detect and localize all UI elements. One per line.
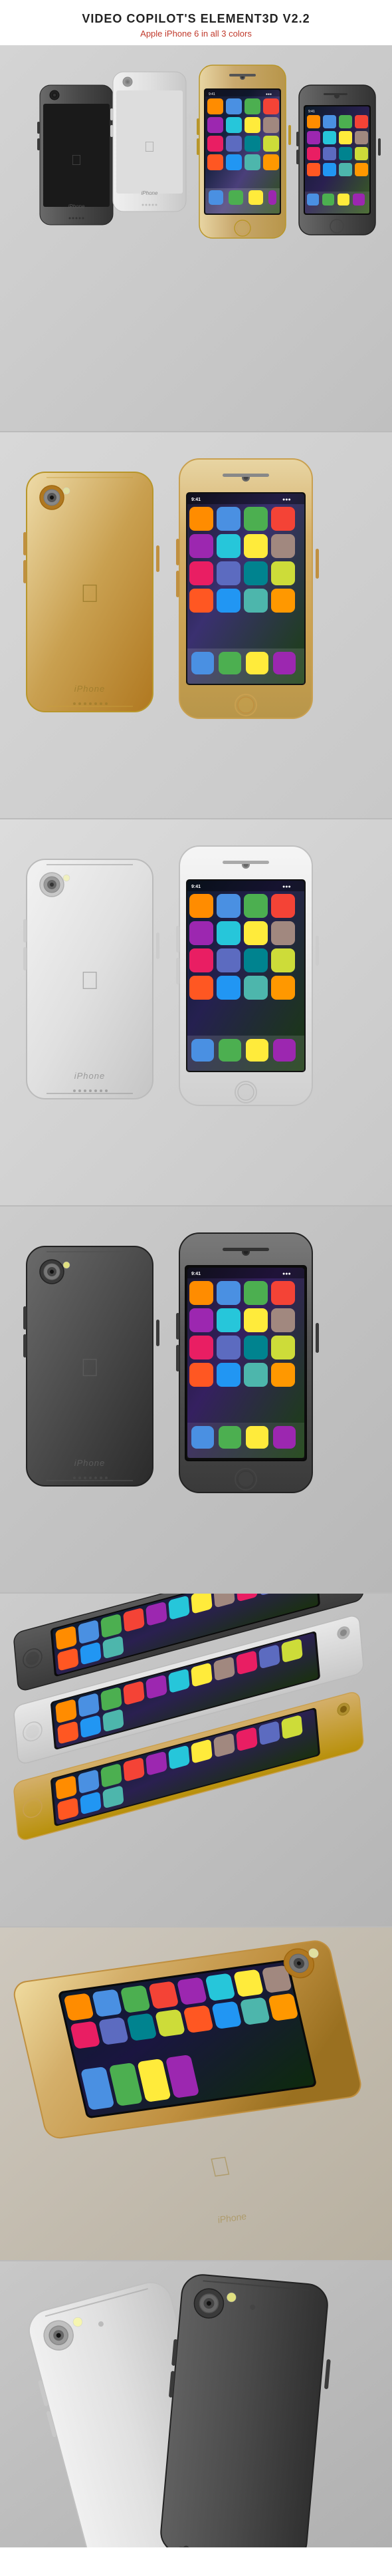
header-section: VIDEO COPILOT'S ELEMENT3D V2.2 Apple iPh… xyxy=(0,0,392,45)
section-all-colors:  iPhone  iPhone xyxy=(0,45,392,431)
svg-text::  xyxy=(80,1354,100,1382)
section1-illustration:  iPhone  iPhone xyxy=(0,45,392,431)
svg-text::  xyxy=(144,138,155,155)
svg-text:9:41: 9:41 xyxy=(191,1272,201,1276)
page-title: VIDEO COPILOT'S ELEMENT3D V2.2 xyxy=(7,12,385,26)
svg-text:●●●: ●●● xyxy=(282,498,291,502)
svg-text:9:41: 9:41 xyxy=(308,110,315,114)
section-top-closeup xyxy=(0,2261,392,2547)
svg-text:●●●: ●●● xyxy=(266,92,272,96)
section7-illustration xyxy=(0,2261,392,2547)
svg-text::  xyxy=(80,580,100,608)
svg-text:9:41: 9:41 xyxy=(191,498,201,502)
svg-text::  xyxy=(80,967,100,995)
svg-text:iPhone: iPhone xyxy=(74,1071,105,1081)
section-gold:  iPhone 9: xyxy=(0,432,392,818)
svg-text:●●●: ●●● xyxy=(282,1272,291,1276)
section-flat-perspective xyxy=(0,1594,392,1926)
svg-text:iPhone: iPhone xyxy=(74,684,105,694)
section-gold-closeup:  iPhone xyxy=(0,1928,392,2260)
section-space-gray:  iPhone 9:41 ●●● xyxy=(0,1207,392,1592)
svg-text:iPhone: iPhone xyxy=(68,204,85,210)
svg-text:9:41: 9:41 xyxy=(209,92,215,96)
svg-text:iPhone: iPhone xyxy=(74,1458,105,1468)
svg-text:9:41: 9:41 xyxy=(191,885,201,889)
section4-illustration:  iPhone 9:41 ●●● xyxy=(0,1207,392,1592)
section-silver:  iPhone 9:41 ●●● xyxy=(0,819,392,1205)
section3-illustration:  iPhone 9:41 ●●● xyxy=(0,819,392,1205)
svg-text:iPhone: iPhone xyxy=(142,190,158,196)
section5-illustration xyxy=(0,1594,392,1926)
page-subtitle: Apple iPhone 6 in all 3 colors xyxy=(7,29,385,39)
svg-text::  xyxy=(71,152,82,168)
section2-illustration:  iPhone 9: xyxy=(0,432,392,818)
section6-illustration:  iPhone xyxy=(0,1928,392,2260)
svg-text:●●●: ●●● xyxy=(282,885,291,889)
